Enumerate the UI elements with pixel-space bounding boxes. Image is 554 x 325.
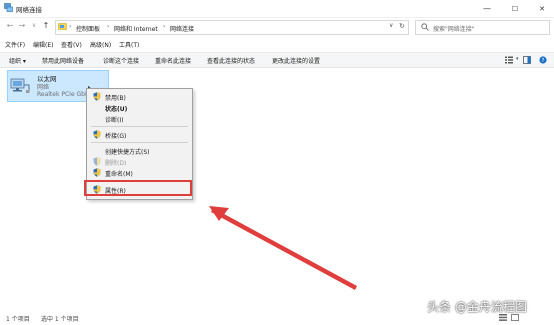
network-adapter-icon: [10, 78, 30, 93]
window-title: 网络连接: [16, 6, 42, 14]
menu-item-disable[interactable]: 禁用(B): [87, 91, 192, 102]
menu-view[interactable]: 查看(V): [61, 40, 82, 49]
diagnose-connection-button[interactable]: 诊断这个连接: [103, 56, 139, 65]
menu-edit[interactable]: 编辑(E): [33, 40, 53, 49]
rename-connection-button[interactable]: 重命名此连接: [155, 56, 191, 65]
preview-pane-icon[interactable]: [523, 56, 531, 64]
search-icon: [421, 23, 429, 31]
view-dropdown-icon[interactable]: ▾: [516, 56, 519, 62]
menu-label: 诊断(I): [105, 117, 124, 124]
menu-label: 桥接(G): [105, 133, 127, 140]
navigation-bar: ← → ∨ ↑ › 控制面板 › 网络和 Internet › 网络连接 ∨ ↻…: [0, 17, 554, 37]
details-view-icon[interactable]: [499, 314, 507, 321]
breadcrumb-separator: ›: [107, 23, 110, 30]
command-bar: 组织 ▾ 禁用此网络设备 诊断这个连接 重命名此连接 查看此连接的状态 更改此连…: [0, 52, 554, 68]
menu-item-create-shortcut[interactable]: 创建快捷方式(S): [87, 145, 192, 156]
large-icons-view-icon[interactable]: [511, 314, 519, 321]
control-panel-icon: [58, 23, 67, 30]
help-icon[interactable]: ?: [539, 56, 547, 64]
address-bar[interactable]: › 控制面板 › 网络和 Internet › 网络连接 ∨ ↻: [55, 20, 409, 35]
annotation-arrow: [209, 206, 357, 290]
recent-locations-icon[interactable]: ∨: [29, 21, 39, 31]
menu-tools[interactable]: 工具(T): [119, 40, 139, 49]
breadcrumb-network-connections[interactable]: 网络连接: [170, 24, 194, 33]
menu-item-rename[interactable]: 重命名(M): [87, 167, 192, 178]
menu-label: 禁用(B): [105, 95, 126, 102]
network-connections-icon: [4, 3, 13, 12]
highlight-box: [84, 180, 192, 196]
title-bar: 网络连接 — ☐ ✕: [0, 0, 554, 18]
menu-separator: [91, 126, 188, 127]
change-settings-button[interactable]: 更改此连接的设置: [272, 56, 320, 65]
up-arrow-icon[interactable]: ↑: [41, 21, 51, 31]
breadcrumb-separator: ›: [69, 23, 72, 30]
minimize-button[interactable]: —: [475, 0, 499, 17]
menu-item-diagnose[interactable]: 诊断(I): [87, 113, 192, 124]
shield-icon: [93, 168, 101, 177]
menu-label: 创建快捷方式(S): [105, 149, 150, 156]
close-button[interactable]: ✕: [530, 0, 554, 17]
menu-item-status[interactable]: 状态(U): [87, 102, 192, 113]
menu-file[interactable]: 文件(F): [5, 40, 25, 49]
watermark: 头条 @金舟流程图: [427, 300, 527, 314]
forward-arrow-icon[interactable]: →: [17, 21, 27, 31]
disable-device-button[interactable]: 禁用此网络设备: [42, 56, 84, 65]
breadcrumb-control-panel[interactable]: 控制面板: [76, 24, 100, 33]
organize-button[interactable]: 组织 ▾: [9, 56, 26, 65]
search-placeholder: 搜索"网络连接": [433, 26, 475, 33]
maximize-button[interactable]: ☐: [503, 0, 527, 17]
adapter-type: 网络: [37, 84, 50, 91]
menu-advanced[interactable]: 高级(N): [90, 40, 111, 49]
refresh-icon[interactable]: ↻: [399, 22, 405, 30]
menu-bar: 文件(F) 编辑(E) 查看(V) 高级(N) 工具(T): [0, 38, 554, 50]
search-box[interactable]: 搜索"网络连接": [415, 20, 550, 35]
shield-icon: [93, 157, 101, 166]
shield-icon: [93, 130, 101, 139]
view-status-button[interactable]: 查看此连接的状态: [207, 56, 255, 65]
back-arrow-icon[interactable]: ←: [5, 21, 15, 31]
menu-label: 状态(U): [105, 106, 128, 113]
menu-item-delete: 删除(D): [87, 156, 192, 167]
breadcrumb-network-internet[interactable]: 网络和 Internet: [114, 24, 158, 33]
address-dropdown-icon[interactable]: ∨: [389, 22, 393, 29]
breadcrumb-separator: ›: [163, 23, 166, 30]
adapter-device: Realtek PCIe GbE: [37, 91, 89, 98]
menu-separator: [91, 142, 188, 143]
item-count: 1 个项目: [6, 316, 30, 323]
shield-icon: [93, 92, 101, 101]
svg-text:?: ?: [542, 58, 545, 64]
view-options-icon[interactable]: [505, 56, 513, 64]
selected-count: 选中 1 个项目: [41, 316, 79, 323]
menu-label: 重命名(M): [105, 171, 133, 178]
menu-label: 删除(D): [105, 160, 127, 167]
menu-item-bridge[interactable]: 桥接(G): [87, 129, 192, 140]
